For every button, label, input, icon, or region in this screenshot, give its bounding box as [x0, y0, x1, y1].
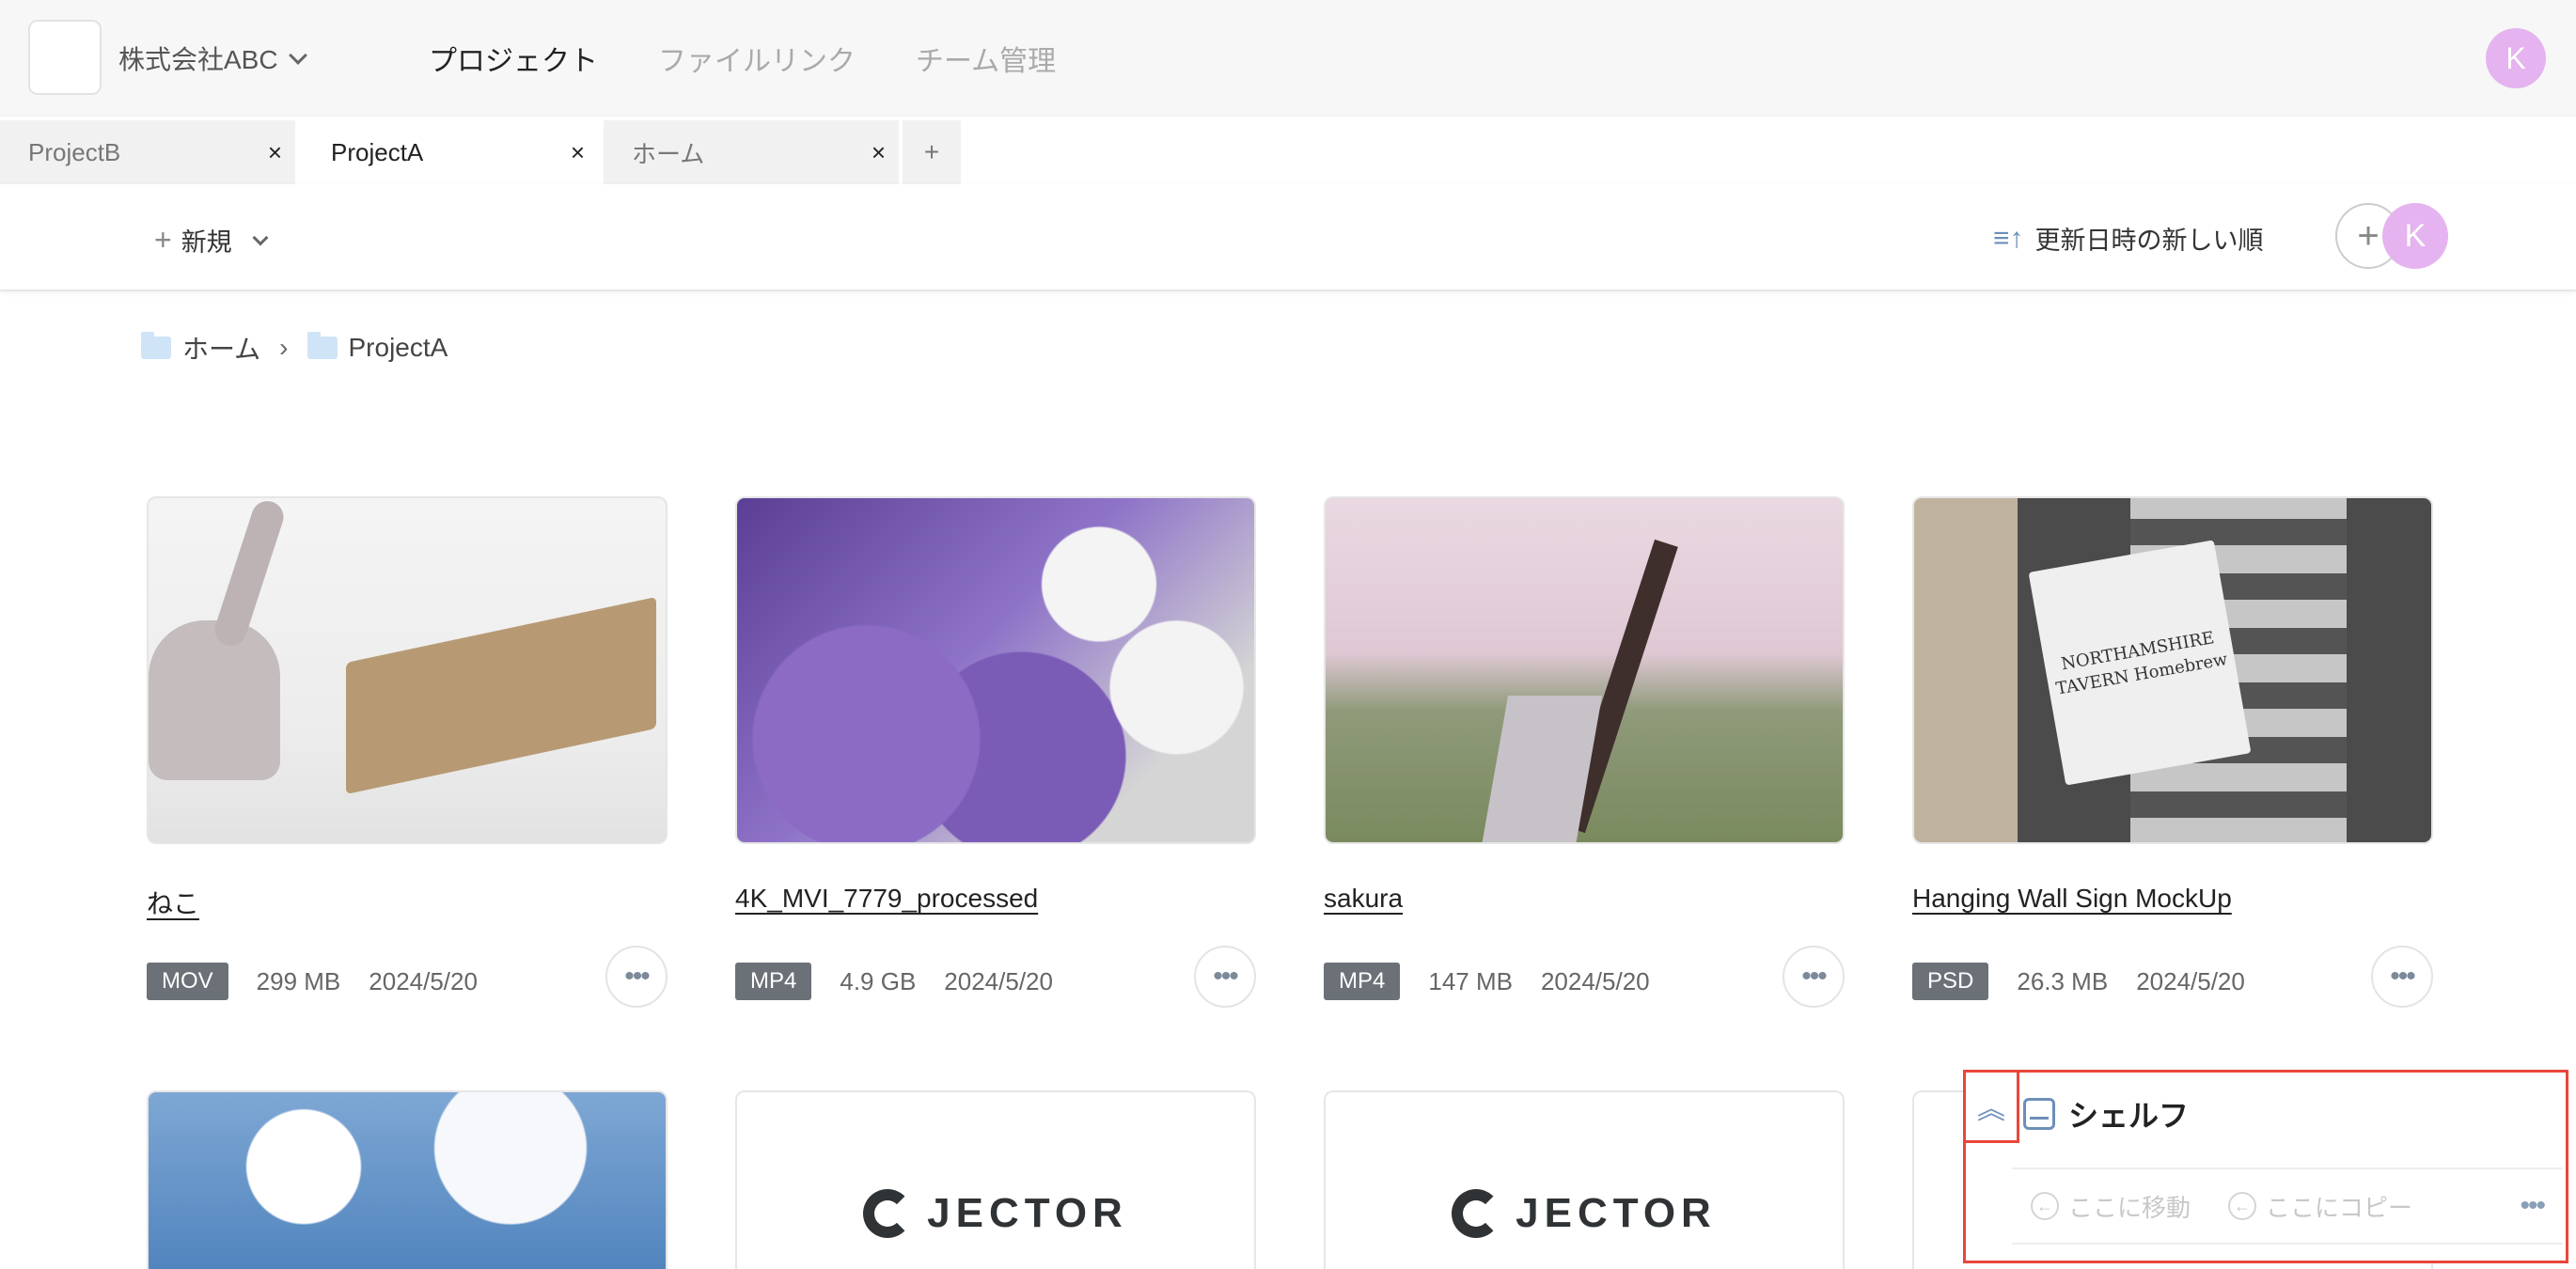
chevron-down-icon [288, 46, 307, 65]
file-thumbnail[interactable]: JECTOR [735, 1090, 1256, 1269]
jector-logo-text: JECTOR [927, 1190, 1128, 1236]
organization-logo[interactable] [28, 20, 102, 95]
file-name[interactable]: sakura [1324, 884, 1403, 914]
file-date: 2024/5/20 [369, 966, 478, 995]
tab-home[interactable]: ホーム × [604, 120, 899, 184]
arrow-left-icon: ← [2228, 1192, 2257, 1220]
tab-projecta[interactable]: ProjectA × [303, 120, 598, 184]
file-thumbnail[interactable] [1324, 496, 1845, 844]
file-size: 299 MB [256, 966, 341, 995]
sign-board: NORTHAMSHIRE TAVERN Homebrew [2028, 540, 2252, 786]
file-card[interactable]: NORTHAMSHIRE TAVERN Homebrew Hanging Wal… [1912, 496, 2433, 1008]
new-button-label: 新規 [181, 228, 232, 257]
file-card[interactable]: ねこ MOV 299 MB 2024/5/20 ••• [147, 496, 668, 1008]
sort-icon: ≡↑ [1993, 222, 2024, 254]
tab-label: ProjectA [331, 137, 424, 166]
file-thumbnail[interactable]: NORTHAMSHIRE TAVERN Homebrew [1912, 496, 2433, 844]
file-date: 2024/5/20 [1540, 966, 1650, 995]
chevron-down-icon [252, 229, 269, 245]
file-meta: MOV 299 MB 2024/5/20 [147, 963, 478, 1000]
file-type-badge: MOV [147, 963, 228, 1000]
file-type-badge: MP4 [1324, 963, 1401, 1000]
file-name[interactable]: ねこ [147, 884, 199, 921]
close-icon[interactable]: × [872, 138, 886, 167]
sort-label: 更新日時の新しい順 [2034, 227, 2264, 255]
file-date: 2024/5/20 [944, 966, 1053, 995]
file-card[interactable]: 4K_MVI_7779_processed MP4 4.9 GB 2024/5/… [735, 496, 1256, 1008]
file-size: 4.9 GB [840, 966, 917, 995]
shelf-title: シェルフ [2068, 1099, 2190, 1133]
organization-switcher[interactable]: 株式会社ABC [118, 39, 307, 77]
move-here-button[interactable]: ← ここに移動 [2031, 1189, 2191, 1224]
file-meta: PSD 26.3 MB 2024/5/20 [1912, 963, 2245, 1000]
nav-item-team-management[interactable]: チーム管理 [916, 38, 1056, 79]
toolbar: + 新規 ≡↑ 更新日時の新しい順 + [0, 184, 2576, 291]
file-thumbnail[interactable] [147, 1090, 668, 1269]
breadcrumb-item-home[interactable]: ホーム [182, 329, 260, 367]
tray-icon [2023, 1098, 2055, 1130]
file-card[interactable]: JECTOR [735, 1090, 1256, 1269]
tab-label: ProjectB [28, 137, 121, 166]
folder-icon [306, 332, 338, 359]
shelf-header: シェルフ [2023, 1092, 2189, 1136]
jector-logo: JECTOR [863, 1189, 1128, 1238]
file-type-badge: PSD [1912, 963, 1989, 1000]
nav-item-file-links[interactable]: ファイルリンク [658, 38, 856, 79]
close-icon[interactable]: × [268, 138, 282, 167]
file-card[interactable]: sakura MP4 147 MB 2024/5/20 ••• [1324, 496, 1845, 1008]
main-nav: プロジェクト ファイルリンク チーム管理 [429, 38, 1056, 79]
double-chevron-up-icon: ︽ [1977, 1094, 2005, 1125]
more-options-button[interactable]: ••• [2371, 946, 2433, 1008]
file-name[interactable]: Hanging Wall Sign MockUp [1912, 884, 2232, 914]
jector-mark-icon [863, 1189, 913, 1238]
more-options-button[interactable]: ••• [1783, 946, 1845, 1008]
tab-projectb[interactable]: ProjectB × [0, 120, 295, 184]
file-card[interactable] [147, 1090, 668, 1269]
more-options-button[interactable]: ••• [1194, 946, 1256, 1008]
file-thumbnail[interactable] [735, 496, 1256, 844]
jector-logo-text: JECTOR [1516, 1190, 1717, 1236]
jector-logo: JECTOR [1452, 1189, 1717, 1238]
move-here-label: ここに移動 [2068, 1193, 2191, 1222]
jector-mark-icon [1452, 1189, 1501, 1238]
file-meta: MP4 4.9 GB 2024/5/20 [735, 963, 1053, 1000]
tab-label: ホーム [632, 139, 705, 168]
breadcrumb-separator: › [279, 333, 289, 362]
copy-here-button[interactable]: ← ここにコピー [2228, 1189, 2412, 1224]
file-size: 147 MB [1428, 966, 1513, 995]
file-thumbnail[interactable]: JECTOR [1324, 1090, 1845, 1269]
file-size: 26.3 MB [2017, 966, 2109, 995]
file-card[interactable]: JECTOR [1324, 1090, 1845, 1269]
shelf-more-button[interactable]: ••• [2520, 1190, 2545, 1222]
file-type-badge: MP4 [735, 963, 812, 1000]
shelf-expand-button[interactable]: ︽ [1963, 1070, 2019, 1143]
user-avatar[interactable]: K [2486, 28, 2546, 88]
organization-name: 株式会社ABC [118, 45, 278, 74]
file-meta: MP4 147 MB 2024/5/20 [1324, 963, 1650, 1000]
folder-icon [141, 332, 171, 359]
kitten-shape [149, 620, 280, 780]
file-thumbnail[interactable] [147, 496, 668, 844]
sort-dropdown[interactable]: ≡↑ 更新日時の新しい順 [1993, 220, 2264, 257]
more-options-button[interactable]: ••• [605, 946, 668, 1008]
file-name[interactable]: 4K_MVI_7779_processed [735, 884, 1038, 914]
nav-item-projects[interactable]: プロジェクト [429, 38, 598, 79]
paper-bag-shape [346, 596, 656, 795]
breadcrumb: ホーム › ProjectA [141, 329, 448, 367]
breadcrumb-item-projecta[interactable]: ProjectA [349, 333, 448, 363]
file-date: 2024/5/20 [2136, 966, 2245, 995]
copy-here-label: ここにコピー [2266, 1193, 2413, 1222]
member-avatar[interactable]: K [2382, 203, 2448, 269]
new-button[interactable]: + 新規 [154, 222, 269, 258]
shelf-actions: ← ここに移動 ← ここにコピー ••• [2012, 1167, 2563, 1245]
top-navigation-bar: 株式会社ABC プロジェクト ファイルリンク チーム管理 K [0, 0, 2576, 117]
arrow-left-icon: ← [2031, 1192, 2059, 1220]
plus-icon: + [154, 223, 172, 257]
add-tab-button[interactable]: + [903, 120, 961, 184]
close-icon[interactable]: × [571, 138, 585, 167]
